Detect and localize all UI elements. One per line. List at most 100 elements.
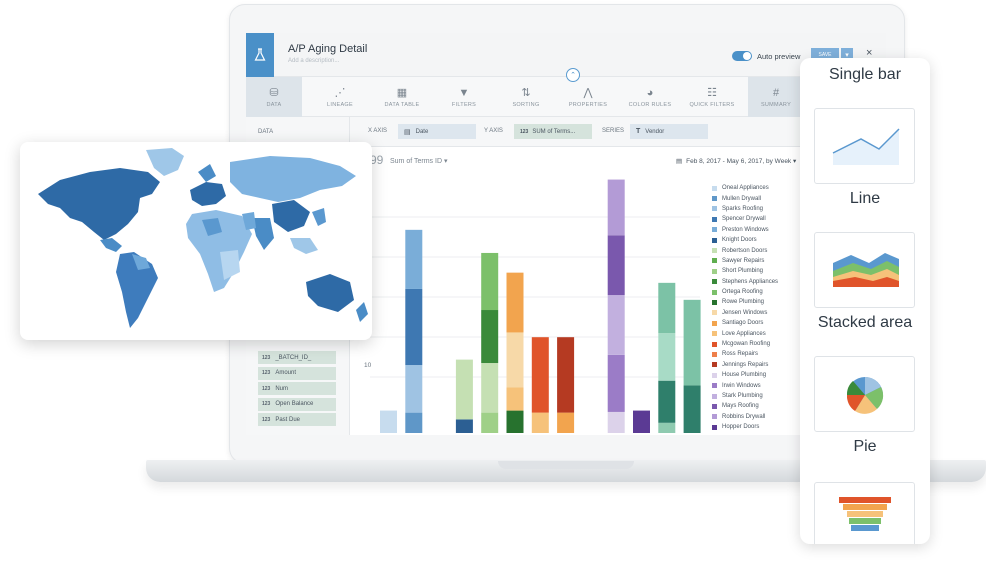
bar-segment[interactable] (506, 410, 524, 433)
bar-segment[interactable] (607, 354, 625, 412)
field-item[interactable]: 123 Num (258, 382, 336, 395)
legend-item[interactable]: Love Appliances (712, 328, 812, 338)
sort-icon: ⇅ (521, 86, 531, 99)
field-item[interactable]: 123 Past Due (258, 413, 336, 426)
legend-swatch (712, 372, 717, 378)
legend-item[interactable]: Stark Plumbing (712, 391, 812, 401)
bar-segment[interactable] (658, 422, 676, 433)
legend-swatch (712, 383, 717, 389)
auto-preview-toggle[interactable] (732, 51, 752, 61)
legend-item[interactable]: Irwin Windows (712, 380, 812, 390)
bar-segment[interactable] (405, 365, 423, 413)
legend-label: Mullen Drywall (722, 195, 762, 202)
toolbar-properties[interactable]: ⋀ PROPERTIES (560, 77, 616, 117)
bar-segment[interactable] (607, 179, 625, 236)
y-axis-field[interactable]: 123 SUM of Terms... (514, 124, 592, 139)
legend-item[interactable]: Mcgowan Roofing (712, 339, 812, 349)
bar-segment[interactable] (683, 385, 701, 433)
bar-segment[interactable] (455, 359, 473, 420)
field-name: Num (275, 385, 289, 392)
y-axis-value: SUM of Terms... (532, 128, 576, 135)
bar-segment[interactable] (531, 412, 549, 433)
bar-segment[interactable] (658, 380, 676, 423)
toolbar-summary[interactable]: # SUMMARY (748, 77, 804, 117)
bar-segment[interactable] (405, 288, 423, 366)
bar-segment[interactable] (455, 419, 473, 433)
legend-item[interactable]: House Plumbing (712, 370, 812, 380)
bar-segment[interactable] (405, 229, 423, 289)
legend-item[interactable]: Short Plumbing (712, 266, 812, 276)
legend-item[interactable]: Preston Windows (712, 225, 812, 235)
x-axis-field[interactable]: ▤ Date (398, 124, 476, 139)
report-title[interactable]: A/P Aging Detail (288, 43, 367, 55)
description-input[interactable]: Add a description... (288, 58, 339, 64)
bar-segment[interactable] (481, 412, 499, 433)
legend-item[interactable]: Stephens Appliances (712, 277, 812, 287)
bar-segment[interactable] (506, 387, 524, 411)
flask-icon[interactable] (246, 33, 274, 77)
legend-item[interactable]: Jensen Windows (712, 308, 812, 318)
chart-type-card-funnel-chart[interactable] (814, 482, 915, 544)
bar-segment[interactable] (557, 412, 575, 433)
bar-segment[interactable] (481, 363, 499, 413)
legend-item[interactable]: Mullen Drywall (712, 193, 812, 203)
bar-segment[interactable] (380, 410, 397, 433)
legend-item[interactable]: Ortega Roofing (712, 287, 812, 297)
properties-icon: ⋀ (583, 86, 593, 99)
toolbar-sorting[interactable]: ⇅ SORTING (498, 77, 554, 117)
bar-segment[interactable] (633, 410, 650, 433)
chart-type-card-pie-chart[interactable] (814, 356, 915, 432)
field-item[interactable]: 123 _BATCH_ID_ (258, 351, 336, 364)
legend-label: Short Plumbing (722, 268, 764, 275)
legend-item[interactable]: Hopper Doors (712, 422, 812, 432)
bar-segment[interactable] (658, 333, 676, 381)
report-header: A/P Aging Detail Add a description... Au… (246, 33, 886, 77)
collapse-caret-icon[interactable]: ⌃ (566, 68, 580, 82)
bar-segment[interactable] (506, 332, 524, 388)
bar-segment[interactable] (531, 337, 549, 413)
auto-preview-label: Auto preview (757, 52, 801, 61)
legend-item[interactable]: Knight Doors (712, 235, 812, 245)
field-item[interactable]: 123 Amount (258, 366, 336, 380)
bar-segment[interactable] (405, 412, 423, 433)
toolbar-data-table[interactable]: ▦ DATA TABLE (374, 77, 430, 117)
world-map[interactable] (20, 142, 372, 340)
bar-segment[interactable] (658, 282, 676, 334)
bar-segment[interactable] (607, 235, 625, 296)
legend-swatch (712, 362, 717, 368)
chevron-down-icon: ▾ (793, 158, 797, 165)
legend-item[interactable]: Jennings Repairs (712, 360, 812, 370)
bar-segment[interactable] (481, 252, 499, 311)
toolbar-data[interactable]: ⛁ DATA (246, 77, 302, 117)
bar-segment[interactable] (557, 337, 575, 413)
legend-item[interactable]: Robertson Doors (712, 245, 812, 255)
y-axis-label: Y AXIS (484, 128, 503, 134)
bar-segment[interactable] (607, 411, 625, 433)
numeric-type-icon: 123 (262, 385, 271, 392)
bar-segment[interactable] (607, 295, 625, 355)
bar-segment[interactable] (506, 272, 524, 333)
toolbar-color-rules[interactable]: ◕ COLOR RULES (622, 77, 678, 117)
toolbar-filters[interactable]: ▼ FILTERS (436, 77, 492, 117)
legend-item[interactable]: Oneal Appliances (712, 183, 812, 193)
field-item[interactable]: 123 Open Balance (258, 397, 336, 411)
legend-item[interactable]: Spencer Drywall (712, 214, 812, 224)
chart-type-label: Line (849, 190, 881, 207)
legend-item[interactable]: Sparks Roofing (712, 204, 812, 214)
text-type-icon: T (636, 128, 641, 135)
bar-segment[interactable] (481, 310, 499, 364)
toolbar-quick-filters[interactable]: ☷ QUICK FILTERS (684, 77, 740, 117)
legend-item[interactable]: Mays Roofing (712, 401, 812, 411)
toolbar-lineage[interactable]: ⋰ LINEAGE (312, 77, 368, 117)
legend-item[interactable]: Rowe Plumbing (712, 297, 812, 307)
chart-type-card-line-chart[interactable] (814, 108, 915, 184)
legend-item[interactable]: Santiago Doors (712, 318, 812, 328)
series-field[interactable]: T Vendor (630, 124, 708, 139)
legend-swatch (712, 216, 717, 222)
bar-segment[interactable] (683, 299, 701, 386)
legend-item[interactable]: Sawyer Repairs (712, 256, 812, 266)
legend-item[interactable]: Robbins Drywall (712, 412, 812, 422)
legend-label: Stark Plumbing (722, 393, 763, 399)
chart-type-card-stacked-area[interactable] (814, 232, 915, 308)
legend-item[interactable]: Ross Repairs (712, 349, 812, 359)
